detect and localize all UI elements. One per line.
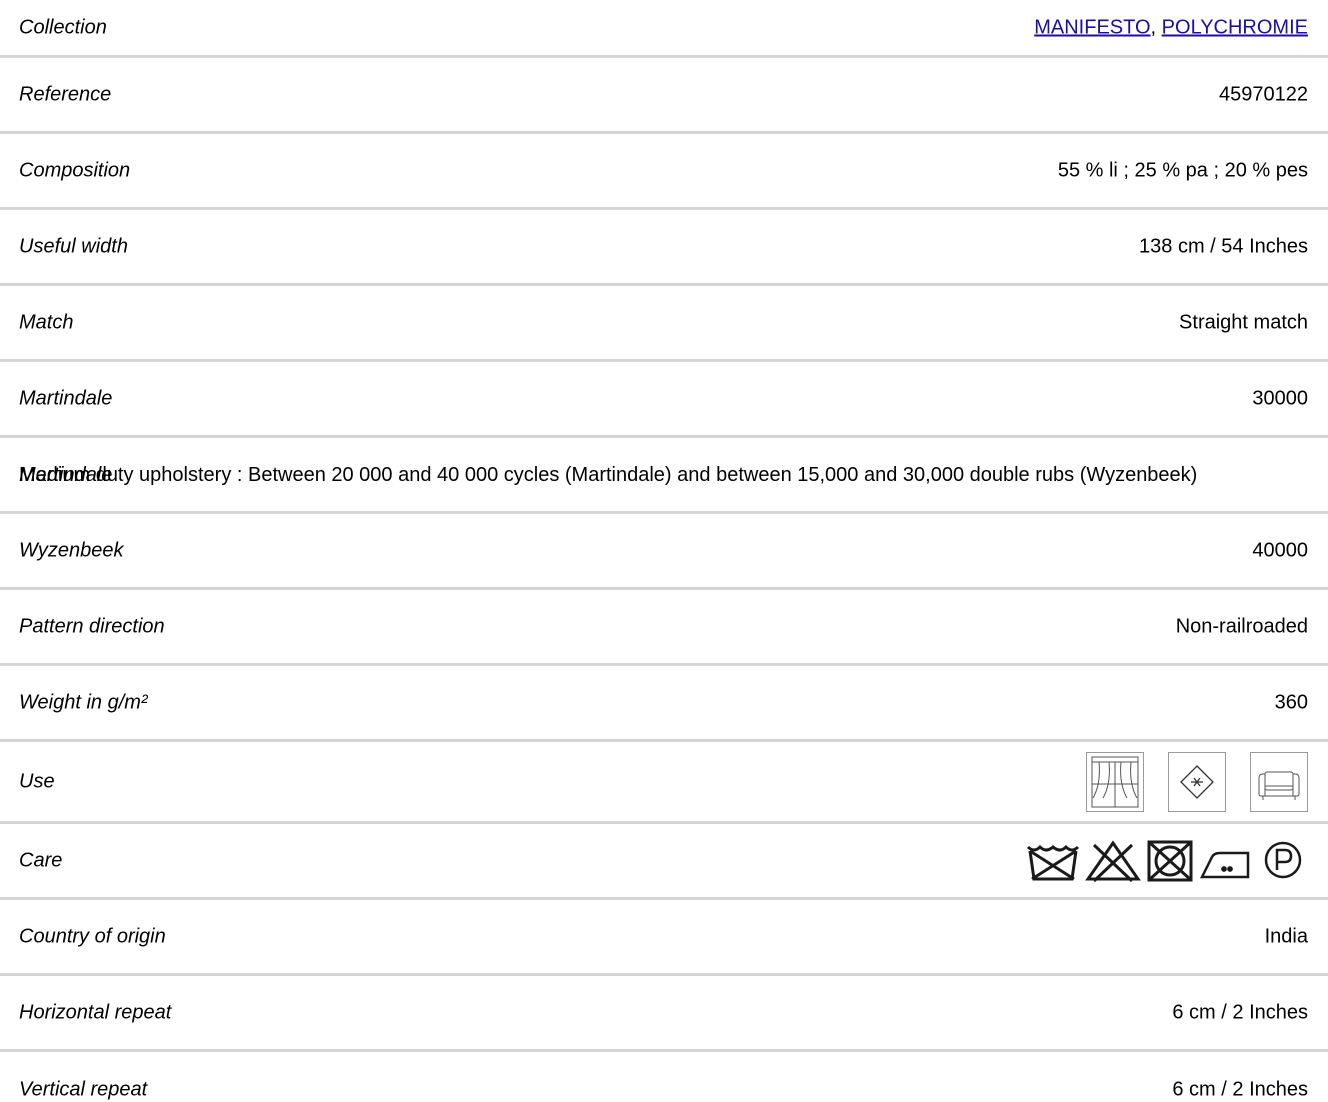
spec-label: Country of origin xyxy=(19,925,166,947)
spec-value: India xyxy=(1264,925,1308,947)
spec-value: 55 % li ; 25 % pa ; 20 % pes xyxy=(1057,159,1308,181)
spec-label: Collection xyxy=(19,16,107,38)
no-tumble-dry-icon xyxy=(1144,839,1196,883)
spec-label: Wyzenbeek xyxy=(19,539,124,561)
spec-label: Reference xyxy=(19,83,112,105)
spec-label: Useful width xyxy=(19,235,128,257)
curtain-icon xyxy=(1086,751,1144,812)
armchair-icon xyxy=(1250,751,1308,812)
spec-value: MANIFESTO, POLYCHROMIE xyxy=(1034,16,1308,39)
spec-label: Martindale xyxy=(19,387,113,409)
collection-link-manifesto[interactable]: MANIFESTO xyxy=(1034,16,1150,38)
spec-value: Non-railroaded xyxy=(1175,615,1308,637)
spec-value: 30000 xyxy=(1252,387,1308,409)
spec-row-martindale: Martindale 30000 xyxy=(0,362,1328,438)
link-separator: , xyxy=(1150,16,1162,38)
spec-value: 360 xyxy=(1274,691,1308,713)
spec-label: Care xyxy=(19,849,63,871)
spec-value: 138 cm / 54 Inches xyxy=(1139,235,1308,257)
spec-label: Composition xyxy=(19,159,131,181)
spec-row-pattern-direction: Pattern direction Non-railroaded xyxy=(0,590,1328,666)
spec-row-horizontal-repeat: Horizontal repeat 6 cm / 2 Inches xyxy=(0,976,1328,1052)
spec-row-composition: Composition 55 % li ; 25 % pa ; 20 % pes xyxy=(0,134,1328,210)
spec-row-match: Match Straight match xyxy=(0,286,1328,362)
product-spec-table: Collection MANIFESTO, POLYCHROMIE Refere… xyxy=(0,0,1328,1102)
collection-link-polychromie[interactable]: POLYCHROMIE xyxy=(1162,16,1308,38)
spec-row-useful-width: Useful width 138 cm / 54 Inches xyxy=(0,210,1328,286)
spec-value: 40000 xyxy=(1252,539,1308,561)
no-bleach-icon xyxy=(1084,839,1142,883)
spec-label: Use xyxy=(19,770,55,792)
spec-row-care: Care xyxy=(0,824,1328,900)
martindale-duty-note: Medium duty upholstery : Between 20 000 … xyxy=(19,464,1198,486)
spec-row-martindale-note: Martindale Medium duty upholstery : Betw… xyxy=(0,438,1328,514)
spec-label: Horizontal repeat xyxy=(19,1001,172,1023)
spec-value: 6 cm / 2 Inches xyxy=(1172,1001,1308,1023)
spec-value: 6 cm / 2 Inches xyxy=(1172,1078,1308,1101)
iron-low-heat-icon xyxy=(1198,839,1256,883)
no-cross-diamond-icon xyxy=(1168,751,1226,812)
professional-dry-clean-p-icon xyxy=(1258,839,1308,883)
spec-label: Match xyxy=(19,311,74,333)
spec-row-vertical-repeat: Vertical repeat 6 cm / 2 Inches xyxy=(0,1052,1328,1102)
no-wash-icon xyxy=(1024,839,1082,883)
spec-value: Straight match xyxy=(1179,311,1308,333)
spec-label: Pattern direction xyxy=(19,615,165,637)
spec-label: Weight in g/m² xyxy=(19,691,148,713)
spec-label: Vertical repeat xyxy=(19,1078,148,1101)
spec-row-wyzenbeek: Wyzenbeek 40000 xyxy=(0,514,1328,590)
spec-row-collection: Collection MANIFESTO, POLYCHROMIE xyxy=(0,0,1328,58)
spec-row-reference: Reference 45970122 xyxy=(0,58,1328,134)
spec-row-weight: Weight in g/m² 360 xyxy=(0,666,1328,742)
use-icons xyxy=(1086,751,1308,812)
spec-value: 45970122 xyxy=(1219,83,1308,105)
care-icons xyxy=(1024,839,1308,883)
spec-row-use: Use xyxy=(0,742,1328,824)
spec-row-country-of-origin: Country of origin India xyxy=(0,900,1328,976)
